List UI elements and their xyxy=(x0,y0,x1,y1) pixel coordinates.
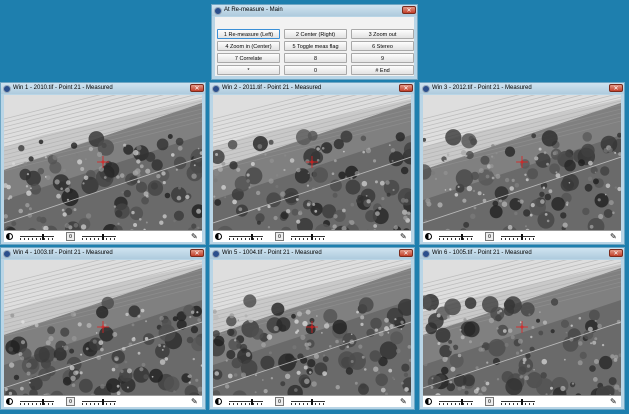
close-button[interactable]: ✕ xyxy=(609,249,623,257)
app-icon xyxy=(422,85,430,93)
app-icon xyxy=(212,85,220,93)
reset-icon[interactable]: ¤ xyxy=(485,397,494,406)
brightness-slider[interactable] xyxy=(439,399,473,405)
keypad-button[interactable]: 1 Re-measure (Left) xyxy=(217,29,280,39)
window-title: Win 4 - 1003.tif - Point 21 - Measured xyxy=(13,250,113,256)
app-icon xyxy=(212,250,220,258)
window-title: Win 1 - 2010.tif - Point 21 - Measured xyxy=(13,85,113,91)
zoom-slider[interactable] xyxy=(291,234,325,240)
image-viewport[interactable] xyxy=(4,95,202,230)
keypad-button[interactable]: 0 xyxy=(284,65,347,75)
app-icon xyxy=(3,85,11,93)
window-titlebar[interactable]: Win 5 - 1004.tif - Point 21 - Measured ✕ xyxy=(210,248,414,259)
image-window: Win 4 - 1003.tif - Point 21 - Measured ✕ ¤… xyxy=(0,247,206,410)
keypad-titlebar[interactable]: At Re-measure - Main ✕ xyxy=(212,5,417,16)
app-icon xyxy=(214,7,222,15)
keypad-button[interactable]: 6 Stereo xyxy=(351,41,414,51)
app-icon xyxy=(3,250,11,258)
contrast-icon[interactable] xyxy=(6,398,13,405)
contrast-icon[interactable] xyxy=(215,233,222,240)
keypad-button[interactable]: 2 Center (Right) xyxy=(284,29,347,39)
reset-icon[interactable]: ¤ xyxy=(275,397,284,406)
keypad-title: At Re-measure - Main xyxy=(224,7,283,13)
keypad-button[interactable]: 7 Correlate xyxy=(217,53,280,63)
image-toolbar: ¤ ✎ xyxy=(4,230,202,242)
window-titlebar[interactable]: Win 6 - 1005.tif - Point 21 - Measured ✕ xyxy=(420,248,624,259)
window-title: Win 6 - 1005.tif - Point 21 - Measured xyxy=(432,250,532,256)
image-window: Win 1 - 2010.tif - Point 21 - Measured ✕ ¤… xyxy=(0,82,206,245)
reset-icon[interactable]: ¤ xyxy=(66,397,75,406)
window-title: Win 5 - 1004.tif - Point 21 - Measured xyxy=(222,250,322,256)
image-toolbar: ¤ ✎ xyxy=(213,230,411,242)
close-button[interactable]: ✕ xyxy=(399,249,413,257)
app-icon xyxy=(422,250,430,258)
eyedropper-icon[interactable]: ✎ xyxy=(610,397,618,406)
image-toolbar: ¤ ✎ xyxy=(213,395,411,407)
contrast-icon[interactable] xyxy=(215,398,222,405)
eyedropper-icon[interactable]: ✎ xyxy=(610,232,618,241)
window-title: Win 2 - 2011.tif - Point 21 - Measured xyxy=(222,85,322,91)
image-viewport[interactable] xyxy=(213,260,411,395)
window-titlebar[interactable]: Win 2 - 2011.tif - Point 21 - Measured ✕ xyxy=(210,83,414,94)
keypad-button[interactable]: 9 xyxy=(351,53,414,63)
brightness-slider[interactable] xyxy=(229,399,263,405)
window-titlebar[interactable]: Win 1 - 2010.tif - Point 21 - Measured ✕ xyxy=(1,83,205,94)
eyedropper-icon[interactable]: ✎ xyxy=(400,232,408,241)
keypad-button[interactable]: 3 Zoom out xyxy=(351,29,414,39)
brightness-slider[interactable] xyxy=(439,234,473,240)
keypad-button[interactable]: * xyxy=(217,65,280,75)
zoom-slider[interactable] xyxy=(82,399,116,405)
eyedropper-icon[interactable]: ✎ xyxy=(400,397,408,406)
zoom-slider[interactable] xyxy=(501,399,535,405)
keypad-button[interactable]: 4 Zoom in (Center) xyxy=(217,41,280,51)
close-button[interactable]: ✕ xyxy=(190,249,204,257)
zoom-slider[interactable] xyxy=(291,399,325,405)
window-titlebar[interactable]: Win 4 - 1003.tif - Point 21 - Measured ✕ xyxy=(1,248,205,259)
brightness-slider[interactable] xyxy=(20,399,54,405)
image-window: Win 3 - 2012.tif - Point 21 - Measured ✕ ¤… xyxy=(419,82,625,245)
contrast-icon[interactable] xyxy=(425,398,432,405)
image-viewport[interactable] xyxy=(423,260,621,395)
keypad-button[interactable]: 8 xyxy=(284,53,347,63)
image-window: Win 6 - 1005.tif - Point 21 - Measured ✕ ¤… xyxy=(419,247,625,410)
close-button[interactable]: ✕ xyxy=(190,84,204,92)
close-button[interactable]: ✕ xyxy=(402,6,416,14)
image-viewport[interactable] xyxy=(213,95,411,230)
close-button[interactable]: ✕ xyxy=(399,84,413,92)
zoom-slider[interactable] xyxy=(501,234,535,240)
image-toolbar: ¤ ✎ xyxy=(4,395,202,407)
reset-icon[interactable]: ¤ xyxy=(275,232,284,241)
image-viewport[interactable] xyxy=(423,95,621,230)
close-button[interactable]: ✕ xyxy=(609,84,623,92)
reset-icon[interactable]: ¤ xyxy=(485,232,494,241)
keypad-window: At Re-measure - Main ✕ 1 Re-measure (Lef… xyxy=(211,4,418,80)
image-viewport[interactable] xyxy=(4,260,202,395)
keypad-button[interactable]: 5 Toggle meas flag xyxy=(284,41,347,51)
brightness-slider[interactable] xyxy=(229,234,263,240)
keypad-body: 1 Re-measure (Left) 2 Center (Right) 3 Zoo… xyxy=(215,17,414,76)
reset-icon[interactable]: ¤ xyxy=(66,232,75,241)
contrast-icon[interactable] xyxy=(425,233,432,240)
image-toolbar: ¤ ✎ xyxy=(423,230,621,242)
contrast-icon[interactable] xyxy=(6,233,13,240)
image-toolbar: ¤ ✎ xyxy=(423,395,621,407)
keypad-button[interactable]: # End xyxy=(351,65,414,75)
window-titlebar[interactable]: Win 3 - 2012.tif - Point 21 - Measured ✕ xyxy=(420,83,624,94)
eyedropper-icon[interactable]: ✎ xyxy=(191,232,199,241)
window-title: Win 3 - 2012.tif - Point 21 - Measured xyxy=(432,85,532,91)
image-window: Win 5 - 1004.tif - Point 21 - Measured ✕ ¤… xyxy=(209,247,415,410)
eyedropper-icon[interactable]: ✎ xyxy=(191,397,199,406)
brightness-slider[interactable] xyxy=(20,234,54,240)
zoom-slider[interactable] xyxy=(82,234,116,240)
image-window: Win 2 - 2011.tif - Point 21 - Measured ✕ ¤… xyxy=(209,82,415,245)
